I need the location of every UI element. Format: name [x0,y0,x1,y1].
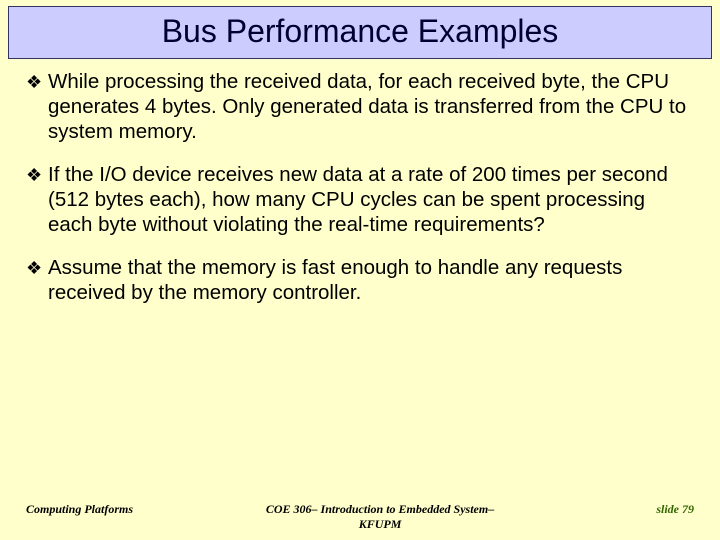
diamond-bullet-icon: ❖ [26,69,48,95]
footer-right: slide 79 [514,502,694,517]
diamond-bullet-icon: ❖ [26,162,48,188]
slide-title: Bus Performance Examples [19,13,701,50]
bullet-item: ❖ While processing the received data, fo… [26,69,694,144]
bullet-item: ❖ Assume that the memory is fast enough … [26,255,694,305]
bullet-item: ❖ If the I/O device receives new data at… [26,162,694,237]
bullet-text: While processing the received data, for … [48,69,694,144]
slide-footer: Computing Platforms COE 306– Introductio… [0,502,720,532]
footer-left: Computing Platforms [26,502,246,517]
slide-content: ❖ While processing the received data, fo… [0,59,720,305]
title-bar: Bus Performance Examples [8,6,712,59]
footer-center: COE 306– Introduction to Embedded System… [246,502,513,532]
bullet-text: Assume that the memory is fast enough to… [48,255,694,305]
bullet-text: If the I/O device receives new data at a… [48,162,694,237]
diamond-bullet-icon: ❖ [26,255,48,281]
